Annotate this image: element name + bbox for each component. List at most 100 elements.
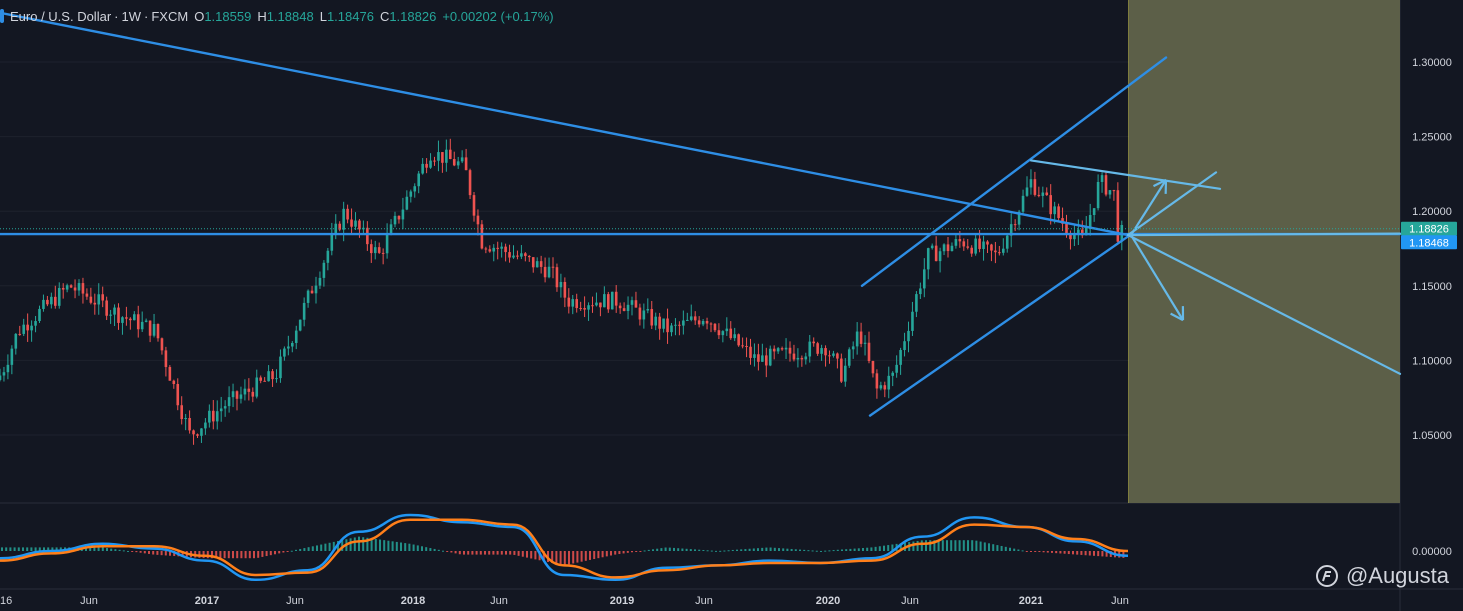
macd-histogram-bar [1017,549,1020,551]
macd-histogram-bar [400,542,402,551]
macd-histogram-bar [475,551,478,555]
macd-histogram-bar [5,547,8,551]
macd-histogram-bar [416,545,419,551]
macd-histogram-bar [1059,551,1062,554]
macd-histogram-bar [156,551,159,555]
macd-histogram-bar [618,551,621,555]
macd-histogram-bar [878,546,881,551]
macd-histogram-bar [143,551,146,554]
macd-histogram-bar [790,548,793,551]
price-tags: 1.188261.18468 [1401,221,1457,250]
macd-histogram-bar [887,545,890,551]
macd-histogram-bar [605,551,608,557]
macd-histogram-bar [635,551,638,552]
macd-histogram-bar [954,540,957,551]
macd-histogram-bar [593,551,596,560]
macd-histogram-bar [131,551,134,552]
chart-canvas[interactable]: 1.30000 1.25000 1.20000 1.15000 1.10000 1.050… [0,0,1463,611]
candle [168,365,172,381]
macd-histogram-bar [530,551,533,559]
macd-histogram-bar [883,545,885,551]
price-axis-tick: 1.15000 [1412,281,1452,293]
macd-histogram-bar [395,541,398,551]
interval-label[interactable]: 1W [122,9,142,24]
macd-histogram-bar [807,550,810,552]
projection-zone [1129,0,1400,503]
macd-histogram-bar [589,551,591,560]
macd-histogram-bar [660,548,663,551]
macd-histogram-bar [391,541,394,551]
macd-histogram-bar [967,540,969,551]
macd-histogram-bar [450,551,453,553]
macd-histogram-bar [1067,551,1070,555]
price-axis-tick: 1.30000 [1412,57,1452,69]
time-axis-tick: Jun [901,595,919,607]
macd-histogram-bar [458,551,461,555]
symbol-name[interactable]: Euro / U.S. Dollar [10,9,111,24]
macd-histogram-bar [160,551,163,556]
macd-histogram-bar [282,551,285,553]
time-axis-tick: 2020 [816,595,840,607]
macd-histogram-bar [656,548,659,551]
macd-histogram-bar [614,551,617,555]
macd-histogram-bar [1025,551,1028,552]
macd-histogram-bar [664,547,667,551]
close-value: 1.18826 [389,8,437,24]
macd-histogram-bar [576,551,579,563]
macd-histogram-bar [946,540,948,551]
macd-histogram-bar [1046,551,1049,553]
macd-histogram-bar [429,548,432,551]
macd-histogram-bar [433,548,436,551]
macd-histogram-bar [1097,551,1100,557]
candle [610,291,614,310]
base-level-line [1126,232,1402,237]
macd-histogram-bar [349,538,352,551]
macd-histogram-bar [295,549,297,551]
svg-text:1.18826: 1.18826 [1409,224,1449,236]
macd-histogram-bar [962,540,965,551]
candle [737,333,740,347]
macd-histogram-bar [17,547,20,551]
macd-histogram-bar [1080,551,1083,555]
macd-histogram-bar [811,550,814,552]
macd-histogram-bar [580,551,583,562]
macd-histogram-bar [446,551,449,552]
macd-histogram-bar [920,540,923,551]
macd-histogram-bar [744,549,747,551]
candle [468,168,472,200]
macd-histogram-bar [866,547,869,551]
macd-histogram-bar [362,537,365,551]
macd-histogram-bar [1,547,3,551]
macd-histogram-bar [824,550,827,552]
macd-histogram-bar [563,551,566,566]
price-axis-tick: 1.25000 [1412,132,1452,144]
macd-histogram-bar [874,546,877,551]
macd-histogram-bar [328,542,331,551]
macd-histogram-bar [731,549,734,551]
change-value: +0.00202 (+0.17%) [442,8,554,24]
macd-histogram-bar [668,547,671,551]
macd-histogram-bar [269,551,272,556]
macd-histogram-bar [484,551,486,555]
macd-histogram-bar [622,551,625,554]
macd-histogram-bar [845,549,848,551]
macd-histogram-bar [236,551,239,559]
macd-histogram-bar [631,551,633,553]
macd-histogram-bar [979,541,982,551]
macd-histogram-bar [118,549,121,551]
macd-histogram-bar [412,544,415,551]
macd-histogram-bar [1093,551,1095,556]
candle [298,319,302,332]
macd-histogram-bar [1000,545,1003,551]
exchange-label: FXCM [151,8,189,24]
macd-histogram-bar [13,547,16,551]
macd-histogram-bar [534,551,537,560]
macd-histogram-bar [1063,551,1066,554]
macd-histogram-bar [572,551,575,564]
high-value: 1.18848 [266,8,314,24]
price-axis-tick: 1.10000 [1412,355,1452,367]
symbol-icon [0,9,4,23]
candle [847,347,851,368]
open-value: 1.18559 [204,8,252,24]
macd-histogram-bar [471,551,474,555]
